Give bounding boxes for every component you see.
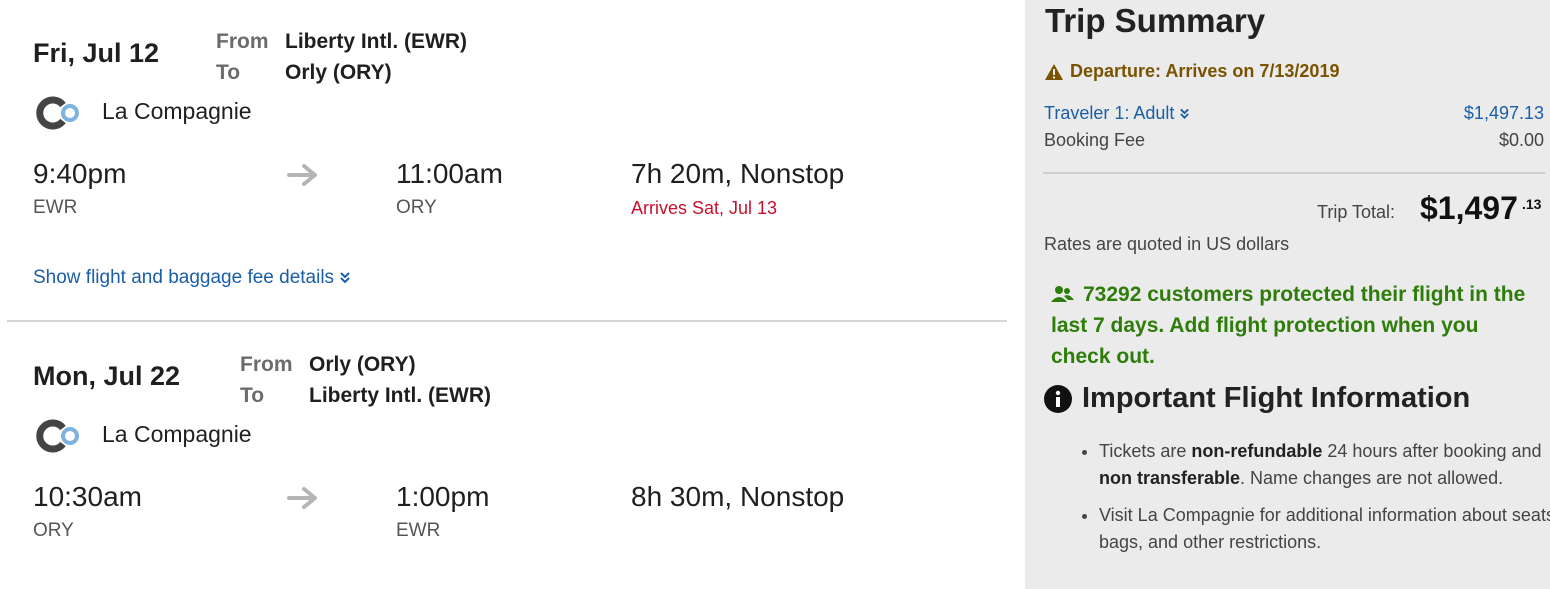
- flight2-from-label: From: [240, 353, 293, 376]
- flight2-date: Mon, Jul 22: [33, 361, 181, 391]
- double-chevron-down-icon: [340, 272, 351, 284]
- la-compagnie-logo-icon: [36, 419, 79, 453]
- bullet-text: . Name changes are not allowed.: [1240, 468, 1504, 488]
- flight1-to-airport: Orly (ORY): [285, 61, 392, 84]
- flight1-depart-time: 9:40pm: [33, 158, 127, 189]
- double-chevron-down-icon: [1180, 109, 1190, 120]
- flight1-from-label: From: [216, 30, 269, 53]
- flight-divider: [7, 320, 1007, 322]
- traveler-toggle[interactable]: Traveler 1: Adult: [1044, 103, 1190, 124]
- flight2-depart-code: ORY: [33, 520, 74, 541]
- traveler-label[interactable]: Traveler 1: Adult: [1044, 103, 1174, 123]
- flight1-arrives-note: Arrives Sat, Jul 13: [631, 198, 778, 218]
- warning-triangle-icon: [1045, 63, 1063, 80]
- flight2-airline: La Compagnie: [102, 421, 252, 447]
- booking-fee-label: Booking Fee: [1044, 130, 1146, 150]
- bullet-text: 24 hours after booking and: [1322, 441, 1542, 461]
- info-circle-icon: [1044, 384, 1072, 413]
- show-details-label[interactable]: Show flight and baggage fee details: [33, 267, 334, 288]
- flight1-date: Fri, Jul 12: [33, 38, 160, 68]
- flight1-arrive-code: ORY: [396, 197, 437, 218]
- traveler-amount: $1,497.13: [1463, 103, 1544, 123]
- rates-note: Rates are quoted in US dollars: [1044, 234, 1290, 254]
- flight1-duration: 7h 20m, Nonstop: [631, 158, 845, 189]
- flight2-from-airport: Orly (ORY): [309, 353, 416, 376]
- flight2-to-label: To: [240, 384, 265, 407]
- flight1-from-airport: Liberty Intl. (EWR): [285, 30, 467, 53]
- show-details-link[interactable]: Show flight and baggage fee details: [33, 267, 351, 289]
- trip-total-label: Trip Total:: [1317, 202, 1396, 222]
- trip-total-amount: $1,497: [1420, 190, 1518, 226]
- departure-warning: Departure: Arrives on 7/13/2019: [1044, 61, 1339, 82]
- flight2-duration: 8h 30m, Nonstop: [631, 481, 845, 512]
- info-list: Tickets are non-refundable 24 hours afte…: [1075, 438, 1550, 566]
- non-refundable-text: non-refundable: [1191, 441, 1323, 461]
- trip-total-cents: .13: [1522, 196, 1542, 212]
- departure-warning-text: Departure: Arrives on 7/13/2019: [1070, 61, 1340, 81]
- arrow-right-icon: [287, 164, 317, 186]
- booking-fee-amount: $0.00: [1498, 130, 1544, 150]
- flight2-depart-time: 10:30am: [33, 481, 142, 512]
- flight1-depart-code: EWR: [33, 197, 78, 218]
- important-info-heading: Important Flight Information: [1044, 382, 1470, 415]
- summary-divider: [1043, 172, 1545, 174]
- flight1-arrive-time: 11:00am: [396, 158, 503, 189]
- arrow-right-icon: [287, 487, 317, 509]
- flight2-arrive-code: EWR: [396, 520, 441, 541]
- flight2-arrive-time: 1:00pm: [396, 481, 490, 512]
- flight1-airline: La Compagnie: [102, 98, 252, 124]
- flight2-to-airport: Liberty Intl. (EWR): [309, 384, 491, 407]
- info-bullet-tickets: Tickets are non-refundable 24 hours afte…: [1099, 438, 1550, 492]
- la-compagnie-logo-icon: [36, 96, 79, 130]
- trip-summary-title: Trip Summary: [1045, 2, 1266, 39]
- protection-message: 73292 customers protected their flight i…: [1051, 283, 1526, 368]
- flight1-to-label: To: [216, 61, 241, 84]
- non-transferable-text: non transferable: [1099, 468, 1241, 488]
- info-bullet-visit: Visit La Compagnie for additional inform…: [1099, 502, 1550, 556]
- bullet-text: Tickets are: [1099, 441, 1192, 461]
- important-info-title: Important Flight Information: [1082, 382, 1471, 414]
